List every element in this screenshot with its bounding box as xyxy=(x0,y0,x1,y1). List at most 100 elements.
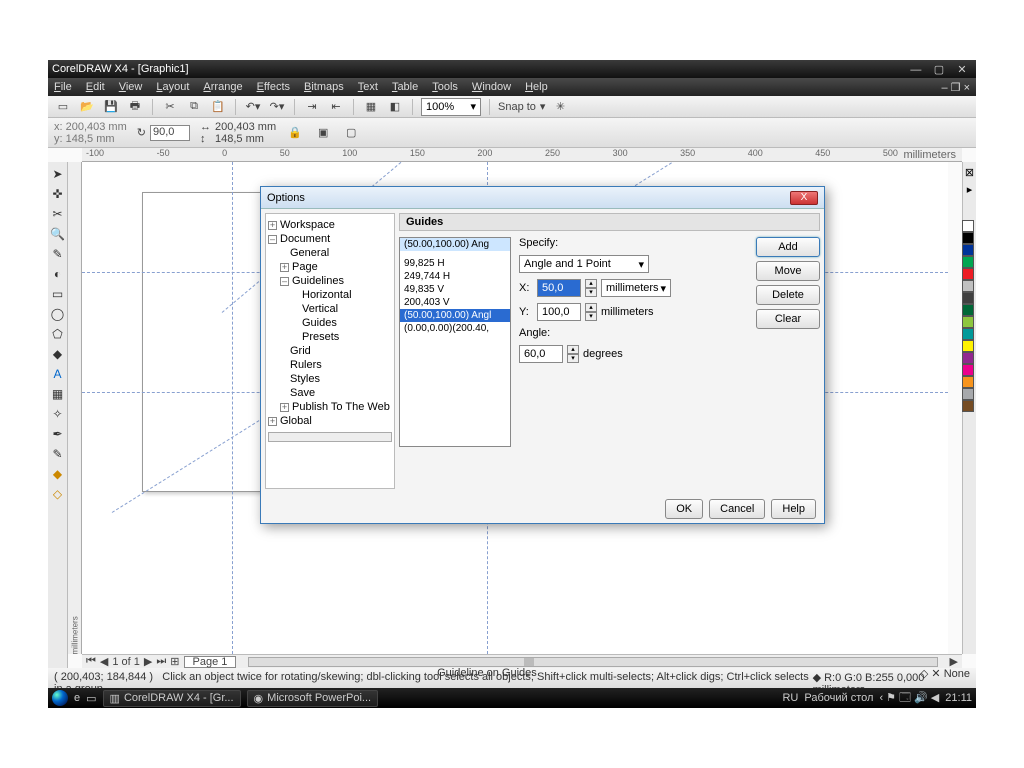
y-input[interactable]: 100,0 xyxy=(537,303,581,321)
color-swatch[interactable] xyxy=(962,256,974,268)
menu-tools[interactable]: Tools xyxy=(432,81,458,93)
guideline-vertical[interactable] xyxy=(232,162,233,654)
snap-to-dropdown[interactable]: Snap to ▾ xyxy=(498,100,545,113)
x-spinner[interactable]: ▴▾ xyxy=(585,279,597,297)
tree-horizontal[interactable]: Horizontal xyxy=(302,289,352,301)
color-swatch[interactable] xyxy=(962,340,974,352)
app-launch-icon[interactable]: ▦ xyxy=(362,98,380,116)
mdi-close[interactable]: × xyxy=(964,82,970,94)
freehand-tool-icon[interactable]: ✎ xyxy=(50,246,66,262)
fill-tool-icon[interactable]: ◆ xyxy=(50,466,66,482)
list-item[interactable]: (0.00,0.00)(200.40, xyxy=(400,322,510,335)
export-icon[interactable]: ⇤ xyxy=(327,98,345,116)
redo-icon[interactable]: ↷▾ xyxy=(268,98,286,116)
clear-button[interactable]: Clear xyxy=(756,309,820,329)
tree-grid[interactable]: Grid xyxy=(290,345,311,357)
quicklaunch-ie-icon[interactable]: e xyxy=(74,692,80,704)
list-item[interactable]: 200,403 V xyxy=(400,296,510,309)
mdi-minimize[interactable]: – xyxy=(941,82,947,94)
color-swatch[interactable] xyxy=(962,292,974,304)
horizontal-scrollbar[interactable] xyxy=(248,657,937,667)
color-swatch[interactable] xyxy=(962,376,974,388)
color-swatch[interactable] xyxy=(962,400,974,412)
color-swatch[interactable] xyxy=(962,268,974,280)
first-page-icon[interactable]: ⏮ xyxy=(86,655,96,668)
color-swatch[interactable] xyxy=(962,232,974,244)
tree-vertical[interactable]: Vertical xyxy=(302,303,338,315)
polygon-tool-icon[interactable]: ⬠ xyxy=(50,326,66,342)
rotation-input[interactable]: 90,0 xyxy=(150,125,190,141)
pick-tool-icon[interactable]: ➤ xyxy=(50,166,66,182)
menu-edit[interactable]: Edit xyxy=(86,81,105,93)
to-back-icon[interactable]: ▢ xyxy=(342,124,360,142)
tree-global[interactable]: Global xyxy=(280,415,312,427)
new-icon[interactable]: ▭ xyxy=(54,98,72,116)
color-swatch[interactable] xyxy=(962,328,974,340)
tree-rulers[interactable]: Rulers xyxy=(290,359,322,371)
minimize-button[interactable]: — xyxy=(906,64,926,76)
list-item[interactable]: 249,744 H xyxy=(400,270,510,283)
tree-presets[interactable]: Presets xyxy=(302,331,339,343)
expand-docker-icon[interactable]: ▸ xyxy=(967,183,973,196)
menu-help[interactable]: Help xyxy=(525,81,548,93)
tree-styles[interactable]: Styles xyxy=(290,373,320,385)
move-button[interactable]: Move xyxy=(756,261,820,281)
quicklaunch-desktop-icon[interactable]: ▭ xyxy=(86,692,96,705)
tree-general[interactable]: General xyxy=(290,247,329,259)
undo-icon[interactable]: ↶▾ xyxy=(244,98,262,116)
open-icon[interactable]: 📂 xyxy=(78,98,96,116)
show-desktop[interactable]: Рабочий стол xyxy=(804,692,873,704)
menu-view[interactable]: View xyxy=(119,81,143,93)
text-tool-icon[interactable]: A xyxy=(50,366,66,382)
add-button[interactable]: Add xyxy=(756,237,820,257)
options-tree[interactable]: +Workspace –Document General +Page –Guid… xyxy=(265,213,395,489)
ok-button[interactable]: OK xyxy=(665,499,703,519)
welcome-icon[interactable]: ◧ xyxy=(386,98,404,116)
help-button[interactable]: Help xyxy=(771,499,816,519)
tree-scrollbar[interactable] xyxy=(268,432,392,442)
dialog-titlebar[interactable]: Options X xyxy=(261,187,824,209)
x-unit-combo[interactable]: millimeters▾ xyxy=(601,279,671,297)
crop-tool-icon[interactable]: ✂ xyxy=(50,206,66,222)
x-input[interactable]: 50,0 xyxy=(537,279,581,297)
y-spinner[interactable]: ▴▾ xyxy=(585,303,597,321)
menu-bitmaps[interactable]: Bitmaps xyxy=(304,81,344,93)
angle-input[interactable]: 60,0 xyxy=(519,345,563,363)
color-swatch[interactable] xyxy=(962,364,974,376)
cancel-button[interactable]: Cancel xyxy=(709,499,765,519)
menu-file[interactable]: File xyxy=(54,81,72,93)
list-item[interactable]: (50.00,100.00) Angl xyxy=(400,309,510,322)
eyedropper-icon[interactable]: ✒ xyxy=(50,426,66,442)
delete-button[interactable]: Delete xyxy=(756,285,820,305)
tree-publish[interactable]: Publish To The Web xyxy=(292,401,390,413)
specify-combo[interactable]: Angle and 1 Point ▾ xyxy=(519,255,649,273)
color-swatch[interactable] xyxy=(962,244,974,256)
options-icon[interactable]: ✳ xyxy=(551,98,569,116)
tree-page[interactable]: Page xyxy=(292,261,318,273)
last-page-icon[interactable]: ⏭ xyxy=(156,655,166,668)
table-tool-icon[interactable]: ▦ xyxy=(50,386,66,402)
outline-swatch-icon[interactable]: ◆ xyxy=(813,672,821,684)
print-icon[interactable]: 🖶 xyxy=(126,98,144,116)
close-button[interactable]: ✕ xyxy=(952,63,972,76)
maximize-button[interactable]: ▢ xyxy=(929,63,949,76)
tree-document[interactable]: Document xyxy=(280,233,330,245)
zoom-combo[interactable]: 100% ▾ xyxy=(421,98,481,116)
rectangle-tool-icon[interactable]: ▭ xyxy=(50,286,66,302)
menu-window[interactable]: Window xyxy=(472,81,511,93)
cut-icon[interactable]: ✂ xyxy=(161,98,179,116)
color-swatch[interactable] xyxy=(962,316,974,328)
menu-text[interactable]: Text xyxy=(358,81,378,93)
next-page-icon[interactable]: ▶ xyxy=(144,655,152,668)
tray-icons[interactable]: ‹ ⚑ 🗔 🔊 ◀ xyxy=(879,689,939,708)
taskbar-app-powerpoint[interactable]: ◉ Microsoft PowerPoi... xyxy=(247,690,379,707)
interactive-tool-icon[interactable]: ✧ xyxy=(50,406,66,422)
interactive-fill-icon[interactable]: ◇ xyxy=(50,486,66,502)
copy-icon[interactable]: ⧉ xyxy=(185,98,203,116)
color-swatch[interactable] xyxy=(962,304,974,316)
close-docker-icon[interactable]: ⊠ xyxy=(965,166,974,179)
paste-icon[interactable]: 📋 xyxy=(209,98,227,116)
zoom-tool-icon[interactable]: 🔍 xyxy=(50,226,66,242)
tree-guides[interactable]: Guides xyxy=(302,317,337,329)
list-item[interactable]: (50.00,100.00) Ang xyxy=(400,238,510,251)
